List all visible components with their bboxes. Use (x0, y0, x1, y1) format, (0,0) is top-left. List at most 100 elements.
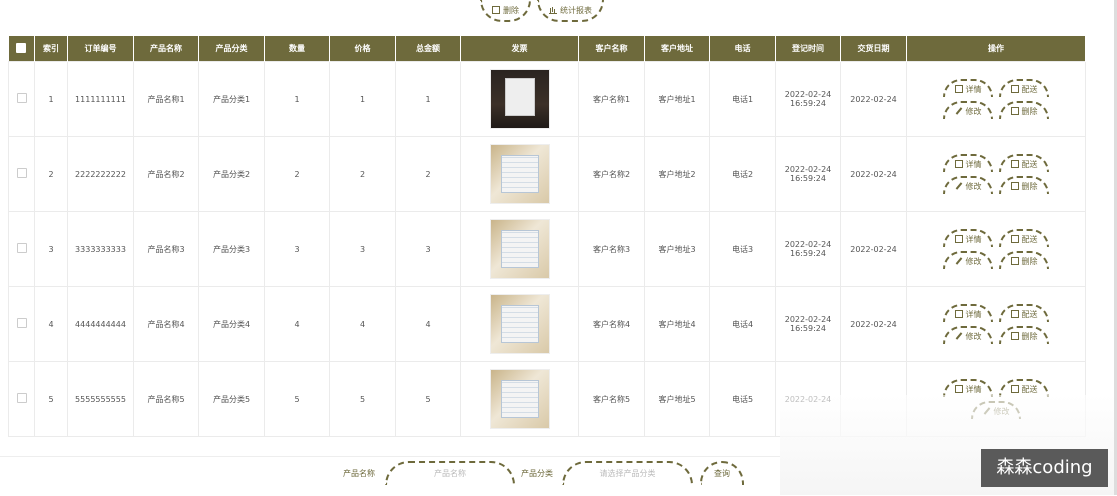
detail-label: 详情 (965, 384, 982, 394)
delete-button[interactable]: 删除 (999, 326, 1049, 344)
cell-reg-time: 2022-02-24 16:59:24 (775, 136, 841, 212)
detail-button[interactable]: 详情 (943, 304, 993, 322)
header-reg-time: 登记时间 (775, 36, 841, 62)
cell-order-no: 4444444444 (67, 286, 134, 362)
statistics-report-button[interactable]: 统计报表 (537, 0, 604, 22)
reg-clock: 16:59:24 (790, 174, 826, 183)
cell-category: 产品分类4 (198, 286, 265, 362)
cell-actions: 详情 配送 修改 删除 (906, 61, 1086, 137)
row-checkbox[interactable] (16, 318, 27, 328)
cell-phone: 电话2 (709, 136, 776, 212)
cell-qty: 4 (264, 286, 330, 362)
cell-actions: 详情 配送 修改 删除 (906, 211, 1086, 287)
delete-label: 删除 (1021, 181, 1038, 191)
cell-reg-time: 2022-02-24 16:59:24 (775, 211, 841, 287)
batch-delete-button[interactable]: 删除 (480, 0, 531, 22)
select-all-checkbox[interactable] (16, 42, 27, 53)
deliver-button[interactable]: 配送 (999, 154, 1049, 172)
header-index: 索引 (34, 36, 68, 62)
header-total: 总金额 (395, 36, 461, 62)
cell-index: 1 (34, 61, 68, 137)
detail-button[interactable]: 详情 (943, 154, 993, 172)
document-icon (954, 385, 963, 393)
document-icon (954, 235, 963, 243)
cell-category: 产品分类2 (198, 136, 265, 212)
cell-order-no: 5555555555 (67, 361, 134, 437)
cell-address: 客户地址3 (644, 211, 710, 287)
top-toolbar: 删除 统计报表 (480, 0, 604, 22)
row-select-cell (8, 136, 35, 212)
reg-clock: 16:59:24 (790, 324, 826, 333)
delete-icon (492, 6, 500, 14)
bar-chart-icon (549, 6, 557, 14)
detail-button[interactable]: 详情 (943, 79, 993, 97)
pencil-icon (955, 182, 963, 190)
cell-order-no: 3333333333 (67, 211, 134, 287)
cell-phone: 电话3 (709, 211, 776, 287)
invoice-image[interactable] (489, 219, 550, 279)
cell-total: 5 (395, 361, 461, 437)
edit-label: 修改 (965, 256, 982, 266)
reg-date: 2022-02-24 (784, 90, 832, 99)
invoice-image[interactable] (489, 369, 550, 429)
edit-button[interactable]: 修改 (943, 326, 993, 344)
cell-index: 3 (34, 211, 68, 287)
edit-label: 修改 (965, 106, 982, 116)
document-icon (1010, 235, 1019, 243)
cell-product: 产品名称1 (133, 61, 199, 137)
detail-button[interactable]: 详情 (943, 229, 993, 247)
deliver-button[interactable]: 配送 (999, 229, 1049, 247)
watermark: 森森coding (981, 449, 1108, 487)
cell-order-no: 2222222222 (67, 136, 134, 212)
cell-phone: 电话5 (709, 361, 776, 437)
reg-date: 2022-02-24 (784, 165, 832, 174)
edit-label: 修改 (965, 331, 982, 341)
delete-icon (1010, 257, 1019, 265)
header-select-all[interactable] (8, 36, 35, 62)
cell-category: 产品分类5 (198, 361, 265, 437)
edit-button[interactable]: 修改 (943, 101, 993, 119)
row-checkbox[interactable] (16, 168, 27, 178)
invoice-image[interactable] (489, 294, 550, 354)
cell-price: 5 (329, 361, 396, 437)
cell-product: 产品名称3 (133, 211, 199, 287)
document-icon (1010, 160, 1019, 168)
cell-invoice (460, 136, 579, 212)
deliver-button[interactable]: 配送 (999, 79, 1049, 97)
row-checkbox[interactable] (16, 393, 27, 403)
table-header-row: 索引 订单编号 产品名称 产品分类 数量 价格 总金额 发票 客户名称 客户地址… (8, 36, 1086, 62)
detail-label: 详情 (965, 84, 982, 94)
product-name-input[interactable]: 产品名称 (385, 461, 515, 485)
row-checkbox[interactable] (16, 243, 27, 253)
cell-customer: 客户名称2 (578, 136, 645, 212)
cell-price: 3 (329, 211, 396, 287)
cell-invoice (460, 211, 579, 287)
reg-clock: 16:59:24 (790, 99, 826, 108)
reg-date: 2022-02-24 (784, 240, 832, 249)
product-category-select[interactable]: 请选择产品分类 (562, 461, 693, 485)
table-row: 1 1111111111 产品名称1 产品分类1 1 1 1 客户名称1 客户地… (8, 61, 1086, 137)
delete-button[interactable]: 删除 (999, 101, 1049, 119)
invoice-image[interactable] (489, 69, 550, 129)
query-button[interactable]: 查询 (700, 461, 744, 485)
document-icon (954, 310, 963, 318)
delete-button[interactable]: 删除 (999, 251, 1049, 269)
invoice-image[interactable] (489, 144, 550, 204)
row-select-cell (8, 361, 35, 437)
edit-button[interactable]: 修改 (943, 176, 993, 194)
detail-label: 详情 (965, 159, 982, 169)
row-actions: 详情 配送 修改 删除 (916, 229, 1076, 269)
edit-button[interactable]: 修改 (943, 251, 993, 269)
cell-delivery: 2022-02-24 (840, 211, 907, 287)
row-checkbox[interactable] (16, 93, 27, 103)
cell-price: 1 (329, 61, 396, 137)
cell-index: 4 (34, 286, 68, 362)
delete-button[interactable]: 删除 (999, 176, 1049, 194)
cell-qty: 5 (264, 361, 330, 437)
product-category-label: 产品分类 (521, 469, 553, 478)
deliver-button[interactable]: 配送 (999, 304, 1049, 322)
cell-customer: 客户名称5 (578, 361, 645, 437)
table-row: 2 2222222222 产品名称2 产品分类2 2 2 2 客户名称2 客户地… (8, 136, 1086, 212)
cell-price: 4 (329, 286, 396, 362)
header-address: 客户地址 (644, 36, 710, 62)
